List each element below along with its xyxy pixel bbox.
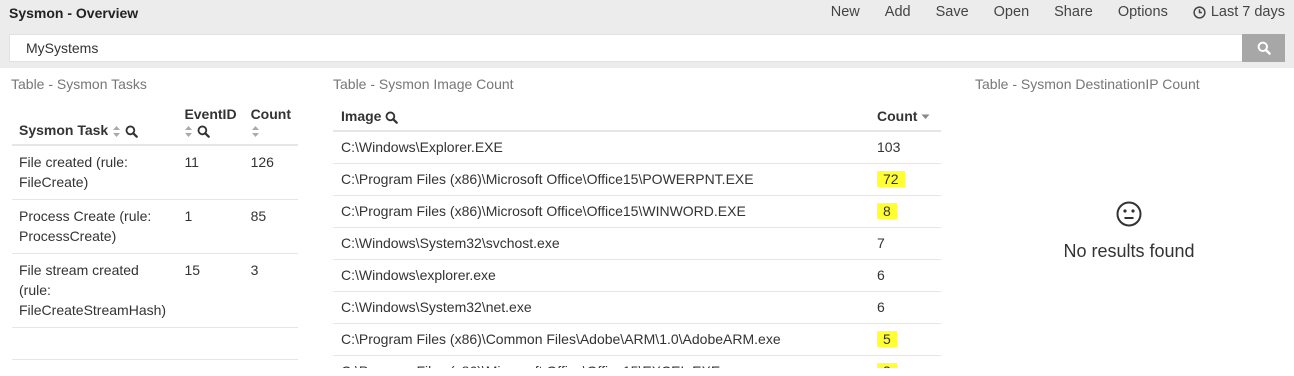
cell-count: 103 (869, 131, 941, 164)
cell-task: File stream created (rule: FileCreateStr… (12, 253, 178, 328)
column-label: Count (877, 108, 918, 124)
column-header-count[interactable]: Count (869, 100, 941, 132)
highlighted-count: 8 (877, 203, 897, 219)
filter-search-icon[interactable] (385, 111, 399, 124)
cell-image: C:\Program Files (x86)\Microsoft Office\… (333, 355, 869, 368)
images-table: Image Count C:\Windows\Explorer.EXE 103 C:… (333, 100, 941, 368)
column-header-count[interactable]: Count (243, 100, 298, 146)
cell-image: C:\Program Files (x86)\Microsoft Office\… (333, 163, 869, 196)
column-label: EventID (184, 106, 237, 122)
filter-search-icon[interactable] (125, 125, 138, 138)
table-row[interactable]: C:\Program Files (x86)\Microsoft Office\… (333, 195, 941, 228)
query-bar: MySystems (0, 28, 1294, 68)
top-bar: Sysmon - Overview New Add Save Open Shar… (0, 0, 1294, 28)
cell-image: C:\Program Files (x86)\Common Files\Adob… (333, 323, 869, 356)
column-label: Image (341, 108, 382, 124)
clock-icon (1193, 5, 1206, 19)
table-row[interactable]: C:\Windows\System32\svchost.exe 7 (333, 227, 941, 260)
cell-count: 6 (869, 259, 941, 292)
cell-task: Process Create (rule: ProcessCreate) (12, 199, 178, 254)
cell-eventid: 11 (177, 145, 244, 200)
search-button[interactable] (1242, 34, 1285, 62)
table-row[interactable]: C:\Windows\Explorer.EXE 103 (333, 131, 941, 164)
highlighted-count: 5 (877, 331, 897, 347)
search-input[interactable]: MySystems (9, 34, 1242, 62)
cell-image: C:\Program Files (x86)\Microsoft Office\… (333, 195, 869, 228)
menu-new[interactable]: New (831, 4, 860, 20)
count-value: 6 (877, 267, 885, 283)
cell-image: C:\Windows\System32\net.exe (333, 291, 869, 324)
panel-title-tasks: Table - Sysmon Tasks (11, 76, 147, 92)
menu-options[interactable]: Options (1118, 4, 1168, 20)
table-row-empty (12, 327, 298, 360)
panel-title-images: Table - Sysmon Image Count (333, 76, 514, 92)
cell-image: C:\Windows\System32\svchost.exe (333, 227, 869, 260)
cell-image: C:\Windows\explorer.exe (333, 259, 869, 292)
table-row[interactable]: C:\Program Files (x86)\Microsoft Office\… (333, 355, 941, 368)
highlighted-count: 72 (877, 171, 905, 187)
panel-title-destip: Table - Sysmon DestinationIP Count (975, 76, 1200, 92)
search-icon (1257, 41, 1271, 55)
cell-count: 85 (243, 199, 298, 254)
dashboard-menu: New Add Save Open Share Options Last 7 d… (831, 4, 1285, 20)
table-row[interactable]: C:\Windows\explorer.exe 6 (333, 259, 941, 292)
tasks-table: Sysmon Task EventID Count File created (… (12, 100, 298, 360)
sort-icon[interactable] (112, 125, 121, 138)
count-value: 6 (877, 299, 885, 315)
tasks-table-panel: Sysmon Task EventID Count File created (… (11, 100, 307, 368)
table-row[interactable]: C:\Program Files (x86)\Common Files\Adob… (333, 323, 941, 356)
cell-count: 5 (869, 323, 941, 356)
dashboard-title: Sysmon - Overview (9, 5, 139, 21)
menu-share[interactable]: Share (1054, 4, 1093, 20)
cell-image: C:\Windows\Explorer.EXE (333, 131, 869, 164)
no-results-message: No results found (1063, 241, 1195, 261)
destip-empty-state: No results found (975, 200, 1283, 262)
cell-count: 3 (869, 355, 941, 368)
cell-eventid: 1 (177, 199, 244, 254)
column-label: Count (250, 106, 291, 122)
menu-add[interactable]: Add (885, 4, 911, 20)
column-header-sysmon-task[interactable]: Sysmon Task (12, 100, 178, 146)
table-row[interactable]: C:\Program Files (x86)\Microsoft Office\… (333, 163, 941, 196)
column-label: Sysmon Task (19, 122, 109, 138)
neutral-face-icon (1116, 201, 1142, 227)
count-value: 7 (877, 235, 885, 251)
column-header-eventid[interactable]: EventID (177, 100, 244, 146)
count-value: 103 (877, 139, 901, 155)
cell-task: File created (rule: FileCreate) (12, 145, 178, 200)
time-picker[interactable]: Last 7 days (1193, 4, 1285, 20)
filter-search-icon[interactable] (197, 125, 211, 138)
highlighted-count: 3 (877, 363, 897, 368)
sort-descending-icon[interactable] (921, 114, 930, 120)
cell-eventid: 15 (177, 253, 244, 328)
table-row[interactable]: C:\Windows\System32\net.exe 6 (333, 291, 941, 324)
cell-count: 72 (869, 163, 941, 196)
cell-count: 3 (243, 253, 298, 328)
table-row[interactable]: File stream created (rule: FileCreateStr… (12, 253, 298, 328)
menu-save[interactable]: Save (936, 4, 969, 20)
table-row[interactable]: Process Create (rule: ProcessCreate) 1 8… (12, 199, 298, 254)
sort-icon[interactable] (184, 125, 193, 138)
table-row[interactable]: File created (rule: FileCreate) 11 126 (12, 145, 298, 200)
sort-icon[interactable] (251, 125, 260, 138)
cell-count: 7 (869, 227, 941, 260)
time-range-label: Last 7 days (1210, 4, 1285, 20)
cell-count: 126 (243, 145, 298, 200)
column-header-image[interactable]: Image (333, 100, 869, 132)
images-table-panel: Image Count C:\Windows\Explorer.EXE 103 C:… (333, 100, 951, 368)
cell-count: 6 (869, 291, 941, 324)
menu-open[interactable]: Open (994, 4, 1029, 20)
cell-count: 8 (869, 195, 941, 228)
